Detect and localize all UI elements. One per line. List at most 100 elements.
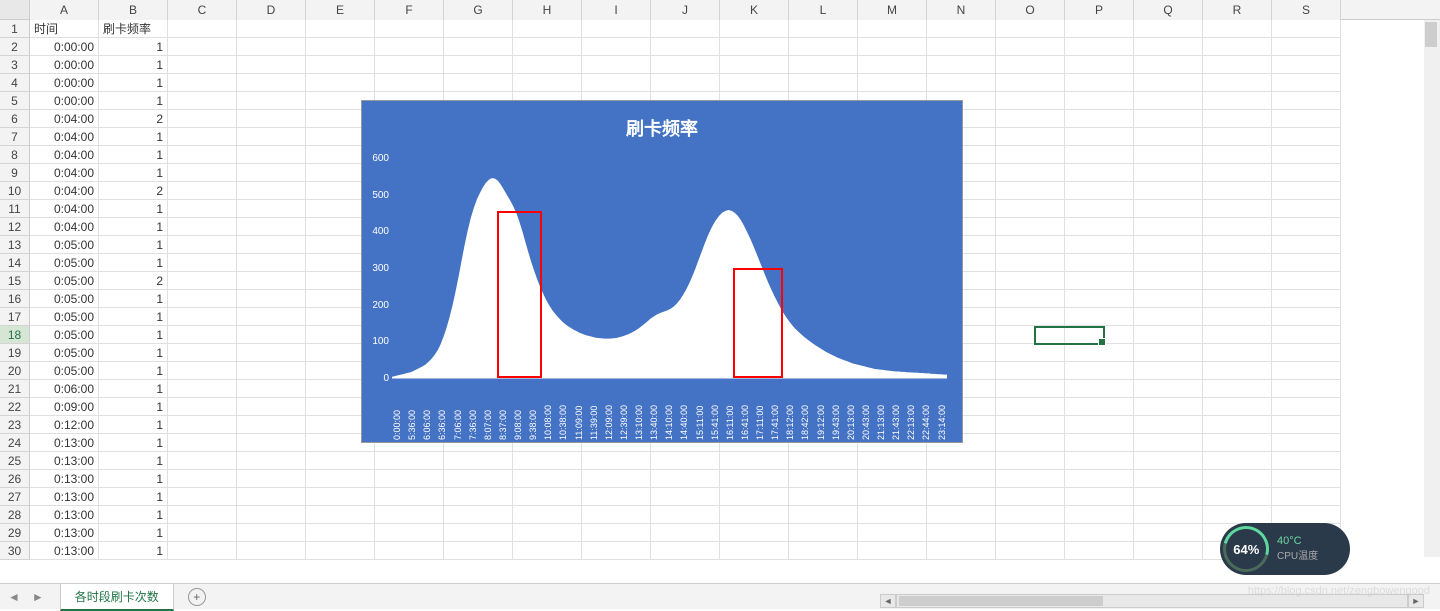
cell[interactable]: 刷卡频率	[99, 20, 168, 38]
cell[interactable]	[168, 488, 237, 506]
cell[interactable]: 0:05:00	[30, 236, 99, 254]
cell[interactable]	[237, 524, 306, 542]
cell[interactable]	[237, 38, 306, 56]
row-header[interactable]: 30	[0, 542, 30, 560]
cell[interactable]	[444, 524, 513, 542]
cell[interactable]	[237, 182, 306, 200]
cell[interactable]: 1	[99, 146, 168, 164]
cell[interactable]	[306, 74, 375, 92]
cell[interactable]	[858, 542, 927, 560]
cell[interactable]: 0:04:00	[30, 146, 99, 164]
cell[interactable]	[375, 524, 444, 542]
cell[interactable]	[1203, 92, 1272, 110]
cell[interactable]	[996, 128, 1065, 146]
cell[interactable]	[237, 362, 306, 380]
cell[interactable]	[789, 452, 858, 470]
cell[interactable]	[168, 38, 237, 56]
cell[interactable]: 1	[99, 254, 168, 272]
cell[interactable]: 0:04:00	[30, 200, 99, 218]
cell[interactable]	[1065, 506, 1134, 524]
sheet-prev-icon[interactable]: ◄	[8, 590, 20, 604]
cell[interactable]	[444, 56, 513, 74]
cell[interactable]	[996, 146, 1065, 164]
cell[interactable]: 1	[99, 236, 168, 254]
cell[interactable]	[1134, 236, 1203, 254]
cell[interactable]: 0:13:00	[30, 434, 99, 452]
cell[interactable]	[720, 20, 789, 38]
cell[interactable]	[1134, 56, 1203, 74]
cell[interactable]	[927, 506, 996, 524]
cell[interactable]	[858, 38, 927, 56]
cell[interactable]: 0:00:00	[30, 92, 99, 110]
cell[interactable]	[996, 218, 1065, 236]
cell[interactable]: 1	[99, 524, 168, 542]
cell[interactable]: 0:04:00	[30, 110, 99, 128]
cell[interactable]	[444, 38, 513, 56]
cell[interactable]: 0:06:00	[30, 380, 99, 398]
cell[interactable]	[1134, 182, 1203, 200]
cell[interactable]: 1	[99, 290, 168, 308]
col-header-Q[interactable]: Q	[1134, 0, 1203, 20]
cell[interactable]	[306, 506, 375, 524]
cell[interactable]	[996, 200, 1065, 218]
cell[interactable]	[444, 74, 513, 92]
cell[interactable]	[168, 200, 237, 218]
cell[interactable]	[1065, 182, 1134, 200]
cell[interactable]	[237, 452, 306, 470]
cell[interactable]: 1	[99, 200, 168, 218]
row-header[interactable]: 29	[0, 524, 30, 542]
cell[interactable]	[1203, 218, 1272, 236]
cell[interactable]	[996, 290, 1065, 308]
cell[interactable]	[996, 74, 1065, 92]
cell[interactable]	[1203, 452, 1272, 470]
cell[interactable]: 2	[99, 110, 168, 128]
cell[interactable]	[1134, 542, 1203, 560]
cell[interactable]	[1203, 272, 1272, 290]
cell[interactable]	[996, 488, 1065, 506]
cell[interactable]	[1272, 38, 1341, 56]
cell[interactable]	[720, 56, 789, 74]
cell[interactable]	[1134, 434, 1203, 452]
row-header[interactable]: 13	[0, 236, 30, 254]
vertical-scrollbar[interactable]	[1424, 20, 1440, 557]
cell[interactable]	[1065, 110, 1134, 128]
cell[interactable]	[789, 524, 858, 542]
cell[interactable]	[996, 470, 1065, 488]
cell[interactable]	[1203, 128, 1272, 146]
cell[interactable]	[168, 146, 237, 164]
cell[interactable]	[1203, 416, 1272, 434]
cell[interactable]	[168, 218, 237, 236]
cell[interactable]	[720, 524, 789, 542]
cell[interactable]	[168, 542, 237, 560]
cell[interactable]	[1203, 110, 1272, 128]
cell[interactable]	[858, 56, 927, 74]
cell[interactable]	[1134, 38, 1203, 56]
cell[interactable]	[1203, 344, 1272, 362]
cell[interactable]	[168, 416, 237, 434]
cell[interactable]	[651, 20, 720, 38]
cell[interactable]	[1065, 200, 1134, 218]
cell[interactable]	[1065, 326, 1134, 344]
cell[interactable]	[237, 92, 306, 110]
cell[interactable]: 0:05:00	[30, 272, 99, 290]
cell[interactable]	[1065, 164, 1134, 182]
cell[interactable]	[237, 344, 306, 362]
cell[interactable]	[513, 470, 582, 488]
cell[interactable]	[1203, 146, 1272, 164]
cell[interactable]	[720, 542, 789, 560]
row-header[interactable]: 15	[0, 272, 30, 290]
row-header[interactable]: 18	[0, 326, 30, 344]
cell[interactable]	[1134, 20, 1203, 38]
cell[interactable]	[1134, 146, 1203, 164]
cell[interactable]	[582, 542, 651, 560]
cell[interactable]	[513, 524, 582, 542]
cell[interactable]: 1	[99, 326, 168, 344]
cell[interactable]	[1134, 110, 1203, 128]
cell[interactable]	[789, 38, 858, 56]
cell[interactable]	[375, 20, 444, 38]
cell[interactable]	[858, 74, 927, 92]
cell[interactable]: 0:05:00	[30, 254, 99, 272]
row-header[interactable]: 3	[0, 56, 30, 74]
cell[interactable]	[1134, 344, 1203, 362]
row-header[interactable]: 27	[0, 488, 30, 506]
